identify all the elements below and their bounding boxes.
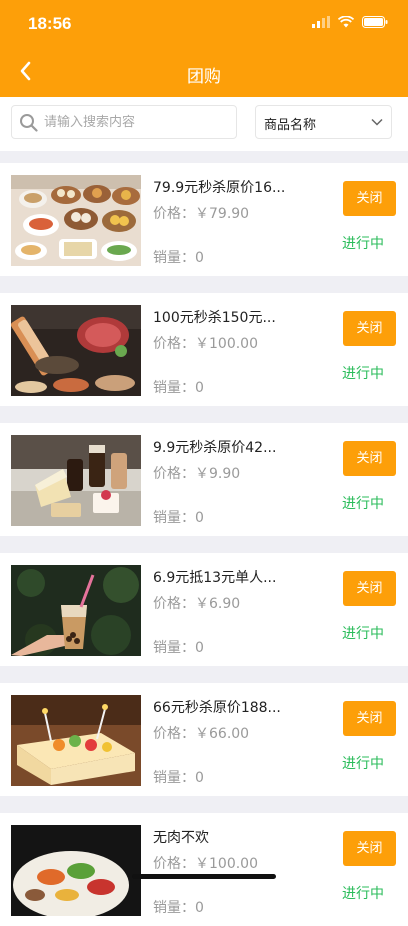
close-button[interactable]: 关闭 <box>343 311 396 346</box>
item-name: 9.9元秒杀原价42... <box>153 440 277 456</box>
status-label: 进行中 <box>342 496 384 512</box>
search-box[interactable] <box>11 105 237 139</box>
item-sales: 销量：0 <box>153 770 204 786</box>
item-name: 100元秒杀150元... <box>153 310 276 326</box>
filter-select[interactable]: 商品名称 <box>255 105 392 139</box>
item-sales: 销量：0 <box>153 250 204 266</box>
status-icons <box>312 16 388 28</box>
item-name: 66元秒杀原价188... <box>153 700 281 716</box>
wifi-icon <box>338 16 354 28</box>
signal-icon <box>312 16 330 28</box>
app-header: 18:56 团购 <box>0 0 408 97</box>
search-bar: 商品名称 <box>0 97 408 151</box>
item-name: 79.9元秒杀原价16... <box>153 180 286 196</box>
search-input[interactable] <box>44 106 229 138</box>
close-button[interactable]: 关闭 <box>343 831 396 866</box>
item-sales: 销量：0 <box>153 640 204 656</box>
item-price: 价格：￥9.90 <box>153 466 241 482</box>
item-price: 价格：￥100.00 <box>153 336 258 352</box>
item-name: 无肉不欢 <box>153 830 209 846</box>
list-item[interactable]: 79.9元秒杀原价16... 价格：￥79.90 销量：0 关闭 进行中 <box>0 163 408 276</box>
product-image <box>11 175 141 266</box>
product-image <box>11 565 141 656</box>
list-item[interactable]: 9.9元秒杀原价42... 价格：￥9.90 销量：0 关闭 进行中 <box>0 423 408 536</box>
status-time: 18:56 <box>28 14 72 33</box>
item-price: 价格：￥79.90 <box>153 206 250 222</box>
close-button[interactable]: 关闭 <box>343 181 396 216</box>
item-price: 价格：￥66.00 <box>153 726 250 742</box>
item-sales: 销量：0 <box>153 510 204 526</box>
list-item[interactable]: 66元秒杀原价188... 价格：￥66.00 销量：0 关闭 进行中 <box>0 683 408 796</box>
list-item[interactable]: 6.9元抵13元单人... 价格：￥6.90 销量：0 关闭 进行中 <box>0 553 408 666</box>
close-button[interactable]: 关闭 <box>343 571 396 606</box>
status-label: 进行中 <box>342 886 384 902</box>
battery-icon <box>362 16 388 28</box>
close-button[interactable]: 关闭 <box>343 701 396 736</box>
search-icon <box>20 114 38 132</box>
status-label: 进行中 <box>342 756 384 772</box>
item-price: 价格：￥6.90 <box>153 596 241 612</box>
product-image <box>11 305 141 396</box>
product-image <box>11 695 141 786</box>
home-indicator <box>132 874 276 879</box>
status-label: 进行中 <box>342 626 384 642</box>
chevron-down-icon <box>371 118 383 126</box>
item-sales: 销量：0 <box>153 380 204 396</box>
product-image <box>11 825 141 916</box>
product-image <box>11 435 141 526</box>
item-price: 价格：￥100.00 <box>153 856 258 872</box>
status-label: 进行中 <box>342 366 384 382</box>
list-item[interactable]: 无肉不欢 价格：￥100.00 销量：0 关闭 进行中 <box>0 813 408 926</box>
status-label: 进行中 <box>342 236 384 252</box>
page-title: 团购 <box>187 67 221 87</box>
close-button[interactable]: 关闭 <box>343 441 396 476</box>
item-name: 6.9元抵13元单人... <box>153 570 277 586</box>
item-sales: 销量：0 <box>153 900 204 916</box>
filter-select-value: 商品名称 <box>264 118 317 133</box>
list-item[interactable]: 100元秒杀150元... 价格：￥100.00 销量：0 关闭 进行中 <box>0 293 408 406</box>
